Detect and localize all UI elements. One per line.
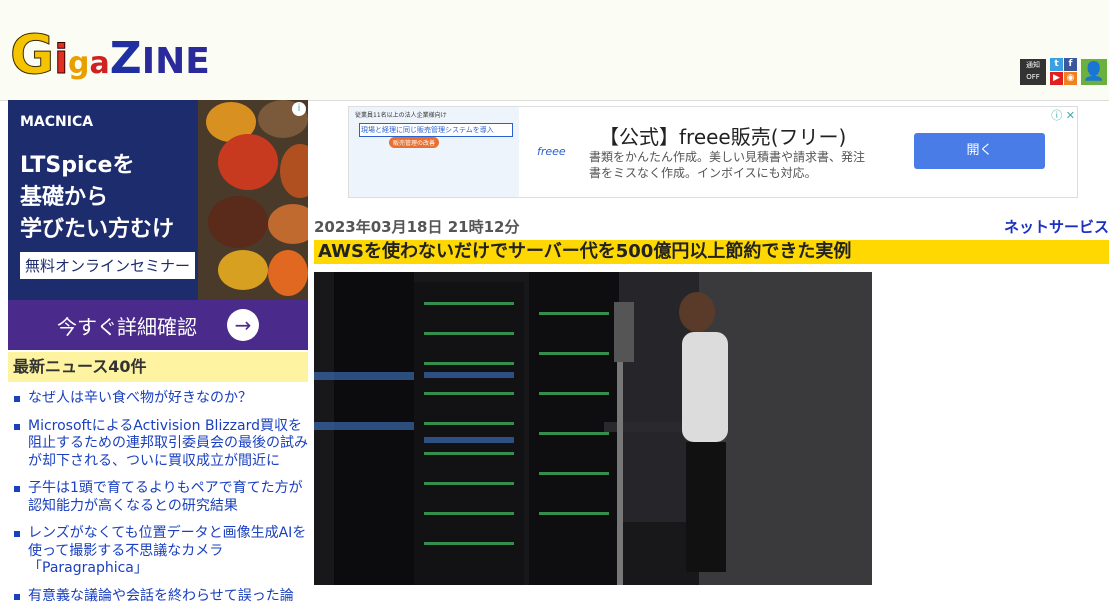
sidebar-ad[interactable]: MACNICA LTSpiceを 基礎から 学びたい方むけ 無料オンラインセミナ…	[8, 100, 308, 350]
spices-image	[198, 100, 308, 300]
logo-letter: Z	[109, 33, 142, 84]
logo-letter: INE	[141, 41, 210, 82]
news-item[interactable]: なぜ人は辛い食べ物が好きなのか？	[12, 390, 308, 408]
arrow-right-icon: →	[227, 309, 259, 341]
logo-letter: G	[9, 23, 55, 86]
news-item[interactable]: 子牛は1頭で育てるよりもペアで育てた方が認知能力が高くなるとの研究結果	[12, 480, 308, 515]
ad-headline: LTSpiceを 基礎から 学びたい方むけ	[20, 153, 175, 242]
latest-news-header: 最新ニュース40件	[8, 352, 308, 382]
ad-info-icon[interactable]: i	[292, 102, 306, 116]
ad-choices-icon[interactable]: ⓘ ✕	[1051, 107, 1075, 123]
news-item[interactable]: 有意義な議論や会話を終わらせて誤った論	[12, 588, 308, 606]
logo-letter: a	[89, 46, 110, 81]
ad-description: 書類をかんたん作成。美しい見積書や請求書、発注書をミスなく作成。インボイスにも対…	[589, 150, 866, 180]
facebook-icon[interactable]: f	[1064, 58, 1077, 71]
twitter-icon[interactable]: t	[1050, 58, 1063, 71]
news-list: なぜ人は辛い食べ物が好きなのか？ MicrosoftによるActivision …	[12, 390, 308, 615]
user-icon[interactable]: 👤	[1081, 59, 1107, 85]
freee-logo: freee	[537, 145, 566, 158]
youtube-icon[interactable]: ▶	[1050, 72, 1063, 85]
gigazine-logo[interactable]: GigaZINE	[9, 23, 210, 86]
top-banner-ad[interactable]: 従業員11名以上の法人企業様向け 現場と経理に同じ販売管理システムを導入 販売管…	[348, 106, 1078, 198]
sidebar: MACNICA LTSpiceを 基礎から 学びたい方むけ 無料オンラインセミナ…	[8, 100, 308, 604]
ad-note: 現場と経理に同じ販売管理システムを導入	[359, 123, 513, 137]
ad-title[interactable]: 【公式】freee販売(フリー)	[599, 121, 846, 150]
logo-letter: i	[54, 37, 69, 83]
datacenter-photo-svg	[314, 272, 872, 585]
article-title[interactable]: AWSを使わないだけでサーバー代を500億円以上節約できた実例	[314, 240, 1109, 264]
logo-letter: g	[68, 46, 90, 81]
rss-icon[interactable]: ◉	[1064, 72, 1077, 85]
social-icons: t f ▶ ◉	[1050, 58, 1077, 85]
ad-seminar-label: 無料オンラインセミナー	[20, 252, 196, 279]
ad-brand: MACNICA	[20, 114, 94, 130]
article-date: 2023年03月18日 21時12分	[314, 218, 520, 236]
ad-illustration: 従業員11名以上の法人企業様向け 現場と経理に同じ販売管理システムを導入 販売管…	[349, 107, 519, 197]
open-button[interactable]: 開く	[914, 133, 1045, 169]
site-header: GigaZINE 通知 OFF t f ▶ ◉ 👤	[0, 0, 1109, 100]
ad-pill: 販売管理の改善	[389, 137, 440, 148]
ad-tag: 従業員11名以上の法人企業様向け	[355, 112, 447, 119]
article-category-link[interactable]: ネットサービス	[1004, 216, 1109, 237]
notification-toggle-icon[interactable]: 通知 OFF	[1020, 59, 1046, 85]
news-item[interactable]: MicrosoftによるActivision Blizzard買収を阻止するため…	[12, 418, 308, 471]
ad-cta-button[interactable]: 今すぐ詳細確認 →	[8, 300, 308, 350]
ad-cta-label: 今すぐ詳細確認	[57, 314, 197, 339]
news-item[interactable]: レンズがなくても位置データと画像生成AIを使って撮影する不思議なカメラ「Para…	[12, 525, 308, 578]
datacenter-photo[interactable]	[314, 272, 872, 585]
header-icons: 通知 OFF t f ▶ ◉ 👤	[1020, 58, 1107, 85]
